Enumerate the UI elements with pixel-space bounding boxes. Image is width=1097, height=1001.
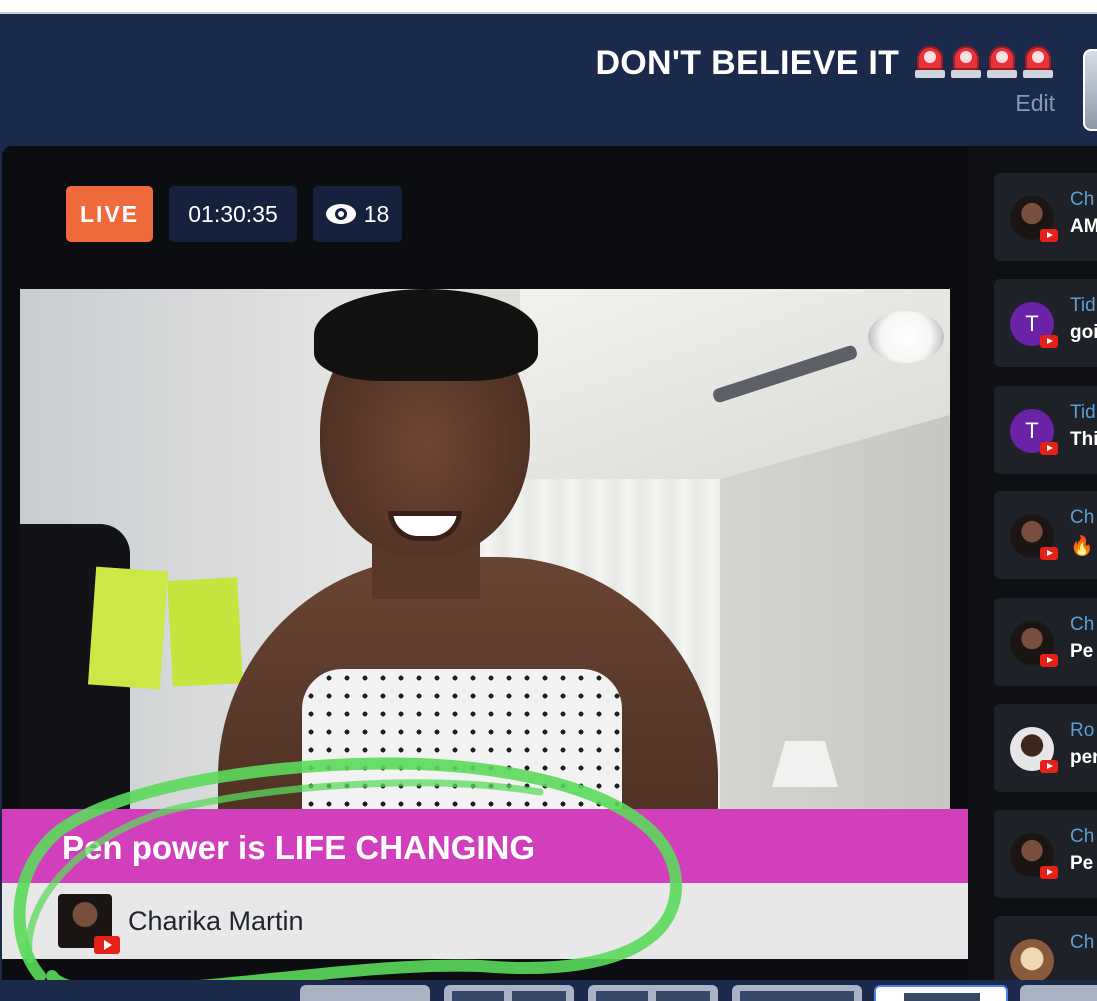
chat-message[interactable]: Ch Pe [994, 810, 1097, 898]
broadcast-stage: LIVE 01:30:35 18 Pen power is LIFE CHANG… [2, 146, 968, 980]
edit-title-link[interactable]: Edit [1015, 90, 1055, 117]
chat-avatar [1010, 939, 1054, 980]
chat-text: per [1070, 747, 1097, 768]
layout-button-split-wide[interactable] [588, 985, 718, 1001]
chat-message[interactable]: Ch Pe [994, 598, 1097, 686]
chat-author: Ro [1070, 720, 1095, 741]
broadcast-title-text: DON'T BELIEVE IT [595, 44, 900, 82]
camera-feed[interactable] [20, 289, 950, 809]
chat-message[interactable]: Ch [994, 916, 1097, 980]
youtube-icon [1040, 866, 1058, 879]
chat-message[interactable]: Ch AM [994, 173, 1097, 261]
viewer-count-badge: 18 [313, 186, 402, 242]
chat-avatar: T [1010, 409, 1058, 455]
eye-icon [325, 204, 356, 224]
chat-avatar [1010, 514, 1058, 560]
youtube-icon [1040, 335, 1058, 348]
siren-icon [1023, 44, 1053, 78]
youtube-icon [1040, 654, 1058, 667]
chat-text: Pe [1070, 641, 1094, 662]
lower-third-banner: Pen power is LIFE CHANGING [2, 809, 968, 883]
youtube-icon [1040, 760, 1058, 773]
lower-third-name-bar: Charika Martin [2, 883, 968, 959]
siren-icon [915, 44, 945, 78]
chat-avatar [1010, 727, 1058, 773]
chat-message[interactable]: Ch 🔥🔥 [994, 491, 1097, 579]
layout-button-solo[interactable] [300, 985, 430, 1001]
chat-avatar [1010, 621, 1058, 667]
chat-panel[interactable]: Ch AM T Tid goi T Tid Thi Ch 🔥🔥 Ch Pe Ro… [968, 146, 1097, 980]
chat-text: goi [1070, 322, 1097, 343]
chat-text: Pe [1070, 853, 1094, 874]
chat-text: 🔥🔥 [1070, 536, 1097, 557]
layout-button-fullscreen[interactable] [732, 985, 862, 1001]
chat-author: Ch [1070, 932, 1095, 953]
broadcast-title: DON'T BELIEVE IT [595, 44, 1053, 83]
youtube-icon [1040, 442, 1058, 455]
chat-avatar [1010, 196, 1058, 242]
elapsed-time: 01:30:35 [169, 186, 297, 242]
layout-button-split[interactable] [444, 985, 574, 1001]
chat-message[interactable]: T Tid goi [994, 279, 1097, 367]
chat-author: Ch [1070, 189, 1095, 210]
layout-button-active[interactable] [874, 985, 1008, 1001]
layout-button-more[interactable] [1020, 985, 1097, 1001]
siren-icon [951, 44, 981, 78]
browser-top-edge [0, 0, 1097, 14]
chat-avatar [1010, 833, 1058, 879]
live-badge: LIVE [66, 186, 153, 242]
lamp [772, 741, 838, 787]
youtube-icon [94, 936, 120, 954]
presenter-dress [302, 669, 622, 809]
profile-thumbnail[interactable] [1083, 49, 1097, 131]
siren-icon [987, 44, 1017, 78]
viewer-count: 18 [363, 200, 390, 227]
chat-author: Tid [1070, 402, 1096, 423]
chat-avatar: T [1010, 302, 1058, 348]
chat-message[interactable]: T Tid Thi [994, 386, 1097, 474]
sticky-note [87, 566, 169, 690]
ceiling-light [868, 311, 944, 363]
chat-author: Tid [1070, 295, 1096, 316]
chat-author: Ch [1070, 614, 1095, 635]
presenter-avatar [58, 894, 120, 954]
youtube-icon [1040, 547, 1058, 560]
chat-text: AM [1070, 216, 1097, 237]
chat-author: Ch [1070, 507, 1095, 528]
sticky-note [167, 577, 243, 687]
scene-layout-bar [0, 980, 1097, 1001]
chat-text: Thi [1070, 429, 1097, 450]
youtube-icon [1040, 229, 1058, 242]
presenter-name: Charika Martin [128, 905, 304, 936]
header: DON'T BELIEVE IT Edit [0, 14, 1097, 146]
chat-author: Ch [1070, 826, 1095, 847]
chat-message[interactable]: Ro per [994, 704, 1097, 792]
